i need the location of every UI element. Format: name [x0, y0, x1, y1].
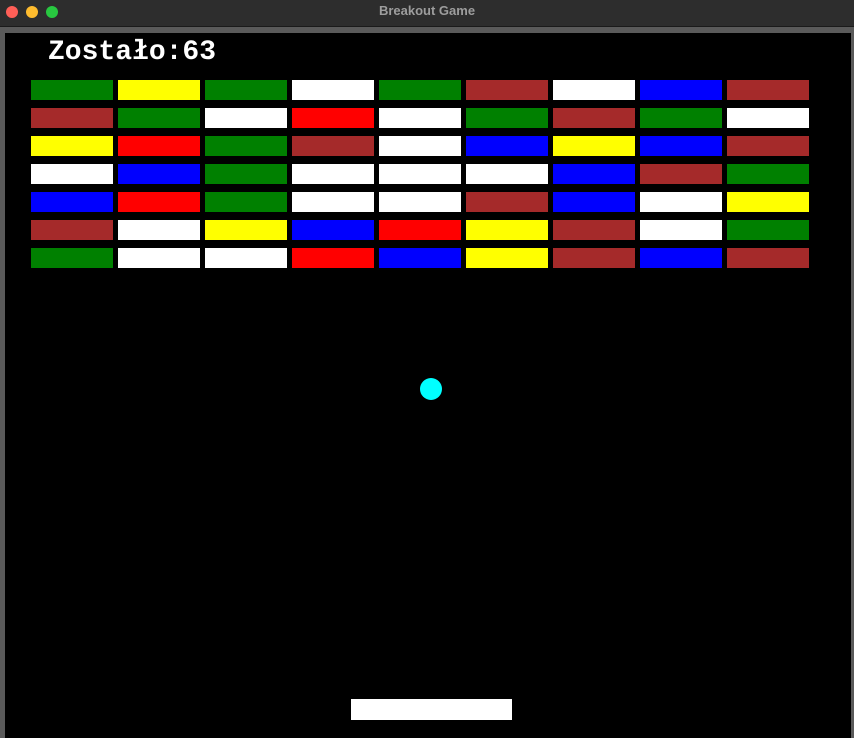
brick-green — [205, 192, 287, 212]
brick-brown — [553, 108, 635, 128]
brick-blue — [466, 136, 548, 156]
brick-yellow — [466, 220, 548, 240]
ball — [420, 378, 442, 400]
brick-blue — [379, 248, 461, 268]
brick-red — [292, 248, 374, 268]
brick-yellow — [727, 192, 809, 212]
brick-brown — [31, 220, 113, 240]
brick-brown — [727, 248, 809, 268]
brick-brown — [31, 108, 113, 128]
brick-brown — [466, 192, 548, 212]
brick-white — [205, 248, 287, 268]
window-title: Breakout Game — [378, 3, 476, 18]
brick-white — [466, 164, 548, 184]
brick-white — [553, 80, 635, 100]
title-bar[interactable]: Breakout Game — [0, 0, 854, 27]
brick-blue — [640, 248, 722, 268]
brick-green — [640, 108, 722, 128]
paddle[interactable] — [351, 699, 512, 720]
brick-green — [31, 80, 113, 100]
brick-white — [292, 164, 374, 184]
brick-brown — [727, 136, 809, 156]
brick-yellow — [205, 220, 287, 240]
brick-white — [727, 108, 809, 128]
brick-blue — [553, 164, 635, 184]
brick-blue — [31, 192, 113, 212]
brick-green — [466, 108, 548, 128]
brick-brown — [292, 136, 374, 156]
brick-white — [379, 164, 461, 184]
brick-brown — [466, 80, 548, 100]
brick-white — [379, 108, 461, 128]
brick-yellow — [31, 136, 113, 156]
brick-green — [31, 248, 113, 268]
brick-red — [379, 220, 461, 240]
brick-green — [727, 220, 809, 240]
brick-blue — [640, 136, 722, 156]
brick-yellow — [553, 136, 635, 156]
brick-white — [31, 164, 113, 184]
brick-green — [205, 136, 287, 156]
brick-white — [640, 192, 722, 212]
brick-white — [379, 136, 461, 156]
brick-brown — [640, 164, 722, 184]
brick-white — [292, 192, 374, 212]
brick-red — [118, 136, 200, 156]
brick-blue — [118, 164, 200, 184]
brick-red — [292, 108, 374, 128]
brick-brown — [727, 80, 809, 100]
brick-white — [640, 220, 722, 240]
brick-yellow — [118, 80, 200, 100]
brick-white — [118, 248, 200, 268]
brick-blue — [292, 220, 374, 240]
brick-white — [205, 108, 287, 128]
brick-yellow — [466, 248, 548, 268]
brick-white — [118, 220, 200, 240]
brick-white — [292, 80, 374, 100]
brick-blue — [553, 192, 635, 212]
brick-brown — [553, 220, 635, 240]
brick-green — [205, 164, 287, 184]
game-canvas[interactable]: Zostało:63 — [5, 33, 851, 738]
brick-blue — [640, 80, 722, 100]
bricks-remaining-counter: Zostało:63 — [48, 37, 217, 68]
brick-green — [118, 108, 200, 128]
brick-white — [379, 192, 461, 212]
brick-green — [379, 80, 461, 100]
brick-brown — [553, 248, 635, 268]
brick-green — [205, 80, 287, 100]
app-window: Breakout Game Zostało:63 — [0, 0, 854, 738]
brick-red — [118, 192, 200, 212]
brick-green — [727, 164, 809, 184]
